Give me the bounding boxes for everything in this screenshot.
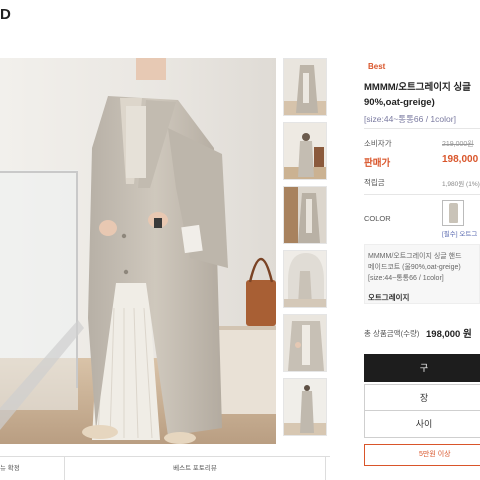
points-value: 1,980원 (1%) xyxy=(442,181,480,188)
product-size-info: [size:44~통통66 / 1color] xyxy=(364,114,456,124)
divider xyxy=(364,128,480,129)
color-swatch-oatgreige[interactable] xyxy=(442,200,464,226)
product-page: D Best MMMM/오트그레이지 싱글 90%,oat-greige) [s… xyxy=(0,0,480,480)
buy-now-button[interactable]: 구 xyxy=(364,354,480,382)
main-product-photo[interactable] xyxy=(0,58,276,444)
thumbnail-5[interactable] xyxy=(283,314,327,372)
product-info-panel: Best MMMM/오트그레이지 싱글 90%,oat-greige) [siz… xyxy=(364,58,480,480)
consumer-price: 219,000원 xyxy=(442,141,474,148)
thumbnail-2[interactable] xyxy=(283,122,327,180)
bottom-tabs: 뉴 확정 베스트 포토리뷰 xyxy=(0,456,330,480)
brand-logo[interactable]: D xyxy=(0,6,12,23)
tab-best-photo-review[interactable]: 베스트 포토리뷰 xyxy=(64,457,326,480)
sale-price-label: 판매가 xyxy=(364,158,391,169)
product-name-line2: 90%,oat-greige) xyxy=(364,97,435,108)
thumbnail-1[interactable] xyxy=(283,58,327,116)
product-name-line1: MMMM/오트그레이지 싱글 xyxy=(364,82,471,93)
thumbnail-3[interactable] xyxy=(283,186,327,244)
tab-left[interactable]: 뉴 확정 xyxy=(0,457,62,480)
points-label: 적립금 xyxy=(364,178,385,187)
selected-line1: MMMM/오트그레이지 싱글 핸드 xyxy=(368,253,462,260)
sale-price: 198,000 xyxy=(442,154,479,165)
selected-line2: 메이드코트 (울90%,oat-greige) xyxy=(368,264,461,271)
coat-swatch-icon xyxy=(449,203,458,223)
total-label: 총 상품금액(수량) xyxy=(364,329,420,338)
selected-option: 오트그레이지 xyxy=(368,293,410,302)
color-swatch-caption: [필수] 오트그 xyxy=(442,231,478,238)
selected-option-box: MMMM/오트그레이지 싱글 핸드 메이드코트 (울90%,oat-greige… xyxy=(364,244,480,304)
divider xyxy=(364,194,480,195)
free-shipping-banner[interactable]: 5만원 이상 xyxy=(364,444,480,466)
add-to-cart-button[interactable]: 장 xyxy=(364,384,480,412)
best-badge: Best xyxy=(368,62,386,71)
color-label: COLOR xyxy=(364,214,391,223)
thumbnail-6[interactable] xyxy=(283,378,327,436)
thumbnail-4[interactable] xyxy=(283,250,327,308)
total-price: 198,000 원 xyxy=(426,329,472,340)
wishlist-button[interactable]: 사이 xyxy=(364,410,480,438)
consumer-price-label: 소비자가 xyxy=(364,139,392,148)
selected-line3: [size:44~통통66 / 1color] xyxy=(368,275,444,282)
